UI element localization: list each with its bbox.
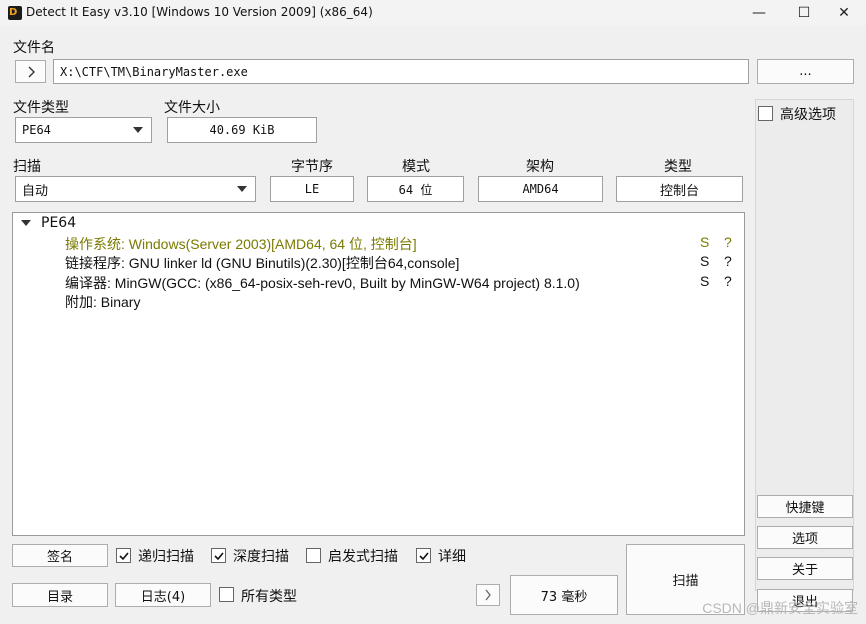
scan-result-panel: PE64 操作系统: Windows(Server 2003)[AMD64, 6…	[12, 212, 745, 536]
file-type-select[interactable]: PE64	[15, 117, 152, 143]
recursive-scan-label: 递归扫描	[138, 549, 194, 565]
chevron-right-icon	[485, 589, 491, 601]
endianness-field: LE	[270, 176, 354, 202]
result-row-os-signature[interactable]: S	[700, 234, 709, 250]
chevron-right-icon	[28, 66, 35, 77]
architecture-field: AMD64	[478, 176, 603, 202]
file-name-label: 文件名	[13, 40, 55, 56]
file-size-label: 文件大小	[164, 100, 220, 116]
result-row-linker[interactable]: 链接程序: GNU linker ld (GNU Binutils)(2.30)…	[65, 253, 459, 273]
file-size-field: 40.69 KiB	[167, 117, 317, 143]
heuristic-scan-checkbox[interactable]	[306, 548, 321, 563]
verbose-label: 详细	[438, 549, 466, 565]
watermark-text: CSDN @鼎新安全实验室	[702, 600, 858, 616]
result-row-linker-signature[interactable]: S	[700, 253, 709, 269]
architecture-label: 架构	[526, 159, 554, 175]
app-logo-icon: D	[8, 6, 22, 20]
scan-mode-value: 自动	[22, 183, 49, 199]
checkmark-icon	[213, 551, 224, 560]
type-field: 控制台	[616, 176, 743, 202]
scan-time-display: 73 毫秒	[510, 575, 618, 615]
window-title: Detect It Easy v3.10 [Windows 10 Version…	[26, 5, 373, 19]
expand-arrow-icon[interactable]	[21, 220, 31, 226]
chevron-down-icon	[133, 127, 143, 133]
deep-scan-label: 深度扫描	[233, 549, 289, 565]
checkmark-icon	[418, 551, 429, 560]
scan-label: 扫描	[13, 159, 41, 175]
chevron-down-icon	[237, 186, 247, 192]
result-row-compiler-info[interactable]: ?	[724, 273, 732, 289]
file-type-label: 文件类型	[13, 100, 69, 116]
result-row-os[interactable]: 操作系统: Windows(Server 2003)[AMD64, 64 位, …	[65, 234, 417, 254]
advanced-options-checkbox[interactable]	[758, 106, 773, 121]
heuristic-scan-label: 启发式扫描	[328, 549, 398, 565]
result-row-overlay[interactable]: 附加: Binary	[65, 292, 140, 312]
result-row-compiler[interactable]: 编译器: MinGW(GCC: (x86_64-posix-seh-rev0, …	[65, 273, 580, 293]
about-button[interactable]: 关于	[757, 557, 853, 580]
directory-button[interactable]: 目录	[12, 583, 108, 607]
options-button[interactable]: 选项	[757, 526, 853, 549]
scan-mode-select[interactable]: 自动	[15, 176, 256, 202]
close-button[interactable]: ✕	[821, 0, 866, 26]
mode-field: 64 位	[367, 176, 464, 202]
mode-label: 模式	[402, 159, 430, 175]
checkmark-icon	[118, 551, 129, 560]
all-types-checkbox[interactable]	[219, 587, 234, 602]
tree-root-item[interactable]: PE64	[41, 215, 76, 231]
signature-button[interactable]: 签名	[12, 544, 108, 567]
file-type-value: PE64	[22, 123, 51, 137]
file-path-input[interactable]: X:\CTF\TM\BinaryMaster.exe	[53, 59, 749, 84]
advanced-options-label: 高级选项	[780, 107, 836, 123]
open-file-arrow-button[interactable]	[15, 60, 46, 83]
shortcuts-button[interactable]: 快捷键	[757, 495, 853, 518]
result-row-os-info[interactable]: ?	[724, 234, 732, 250]
endianness-label: 字节序	[291, 159, 333, 175]
recursive-scan-checkbox[interactable]	[116, 548, 131, 563]
type-label: 类型	[664, 159, 692, 175]
browse-button[interactable]: ...	[757, 59, 854, 84]
result-row-compiler-signature[interactable]: S	[700, 273, 709, 289]
verbose-checkbox[interactable]	[416, 548, 431, 563]
deep-scan-checkbox[interactable]	[211, 548, 226, 563]
log-button[interactable]: 日志(4)	[115, 583, 211, 607]
result-row-linker-info[interactable]: ?	[724, 253, 732, 269]
next-button[interactable]	[476, 584, 500, 606]
minimize-button[interactable]: —	[736, 0, 782, 26]
all-types-label: 所有类型	[241, 589, 297, 605]
